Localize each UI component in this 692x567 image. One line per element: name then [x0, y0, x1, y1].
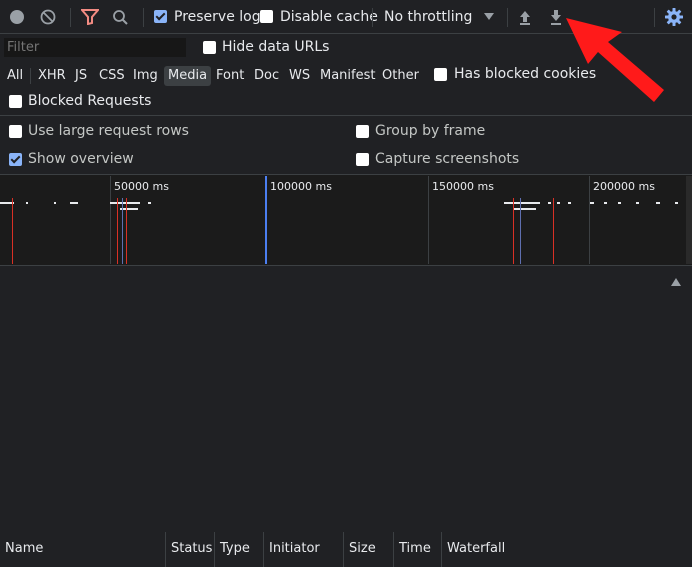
request-bar	[618, 202, 621, 204]
overview-tick-label: 50000 ms	[114, 180, 169, 193]
request-bar	[514, 208, 536, 210]
load-marker	[117, 198, 118, 264]
import-har-icon[interactable]	[518, 9, 532, 29]
group-by-frame-label: Group by frame	[375, 123, 486, 139]
dom-content-loaded-marker	[122, 198, 123, 264]
has-blocked-cookies-checkbox[interactable]	[434, 68, 447, 81]
filter-bar: Hide data URLs	[0, 35, 692, 61]
show-overview-label: Show overview	[28, 151, 134, 167]
overview-tick-label: 150000 ms	[432, 180, 494, 193]
toolbar-divider	[70, 8, 71, 27]
hide-data-urls-label: Hide data URLs	[222, 39, 330, 55]
clear-icon[interactable]	[40, 9, 56, 29]
throttling-select[interactable]: No throttling	[380, 6, 500, 28]
blocked-requests-checkbox[interactable]	[9, 95, 22, 108]
type-filter-divider	[30, 68, 31, 84]
filter-xhr[interactable]: XHR	[34, 66, 70, 86]
column-header-type[interactable]: Type	[215, 532, 264, 567]
dom-content-loaded-marker	[520, 198, 521, 264]
column-header-waterfall[interactable]: Waterfall	[442, 532, 692, 567]
request-bar	[590, 202, 594, 204]
throttling-value: No throttling	[384, 9, 473, 25]
request-bar	[70, 202, 78, 204]
request-bar	[656, 202, 660, 204]
load-marker	[12, 198, 13, 264]
toolbar-divider	[372, 8, 373, 27]
request-bar	[110, 202, 140, 204]
request-bar	[148, 202, 151, 204]
filter-other[interactable]: Other	[378, 66, 423, 86]
sort-ascending-icon[interactable]	[671, 278, 681, 286]
has-blocked-cookies-label: Has blocked cookies	[454, 66, 597, 82]
filter-media[interactable]: Media	[164, 66, 212, 86]
filter-img[interactable]: Img	[129, 66, 162, 86]
record-icon[interactable]	[10, 10, 24, 24]
show-overview-checkbox[interactable]	[9, 153, 22, 166]
request-bar	[675, 202, 678, 204]
group-by-frame-checkbox[interactable]	[356, 125, 369, 138]
request-bar	[54, 202, 56, 204]
disable-cache-checkbox[interactable]	[260, 10, 273, 23]
filter-js[interactable]: JS	[71, 66, 91, 86]
filter-all[interactable]: All	[3, 66, 27, 86]
overview-gridline	[589, 176, 590, 264]
current-time-marker	[265, 176, 267, 264]
request-bar	[604, 202, 607, 204]
dropdown-arrow-icon	[484, 13, 494, 20]
load-marker	[126, 198, 127, 264]
overview-scrollbar[interactable]	[686, 176, 692, 264]
filter-ws[interactable]: WS	[285, 66, 314, 86]
request-bar	[636, 202, 639, 204]
preserve-log-checkbox[interactable]	[154, 10, 167, 23]
load-marker	[553, 198, 554, 264]
blocked-requests-label: Blocked Requests	[28, 93, 152, 109]
column-header-name[interactable]: Name	[0, 532, 166, 567]
filter-font[interactable]: Font	[212, 66, 248, 86]
column-header-time[interactable]: Time	[394, 532, 442, 567]
load-marker	[513, 198, 514, 264]
capture-screenshots-checkbox[interactable]	[356, 153, 369, 166]
use-large-rows-label: Use large request rows	[28, 123, 189, 139]
column-header-status[interactable]: Status	[166, 532, 215, 567]
filter-css[interactable]: CSS	[95, 66, 129, 86]
disable-cache-label: Disable cache	[280, 9, 378, 25]
overview-tick-label: 200000 ms	[593, 180, 655, 193]
section-divider	[0, 115, 692, 116]
filter-icon[interactable]	[79, 9, 101, 29]
filter-input[interactable]	[4, 38, 186, 57]
request-bar	[548, 202, 551, 204]
request-bar	[557, 202, 560, 204]
toolbar-divider	[143, 8, 144, 27]
request-table-header: Name Status Type Initiator Size Time Wat…	[0, 266, 692, 567]
request-bar	[26, 202, 28, 204]
use-large-rows-checkbox[interactable]	[9, 125, 22, 138]
request-bar	[568, 202, 571, 204]
search-icon[interactable]	[112, 9, 129, 30]
overview-gridline	[428, 176, 429, 264]
hide-data-urls-checkbox[interactable]	[203, 41, 216, 54]
preserve-log-label: Preserve log	[174, 9, 261, 25]
toolbar-divider	[507, 8, 508, 27]
filter-doc[interactable]: Doc	[250, 66, 283, 86]
overview-gridline	[110, 176, 111, 264]
request-bar	[504, 202, 540, 204]
column-header-initiator[interactable]: Initiator	[264, 532, 344, 567]
filter-manifest[interactable]: Manifest	[316, 66, 379, 86]
capture-screenshots-label: Capture screenshots	[375, 151, 520, 167]
column-header-size[interactable]: Size	[344, 532, 394, 567]
overview-tick-label: 100000 ms	[270, 180, 332, 193]
